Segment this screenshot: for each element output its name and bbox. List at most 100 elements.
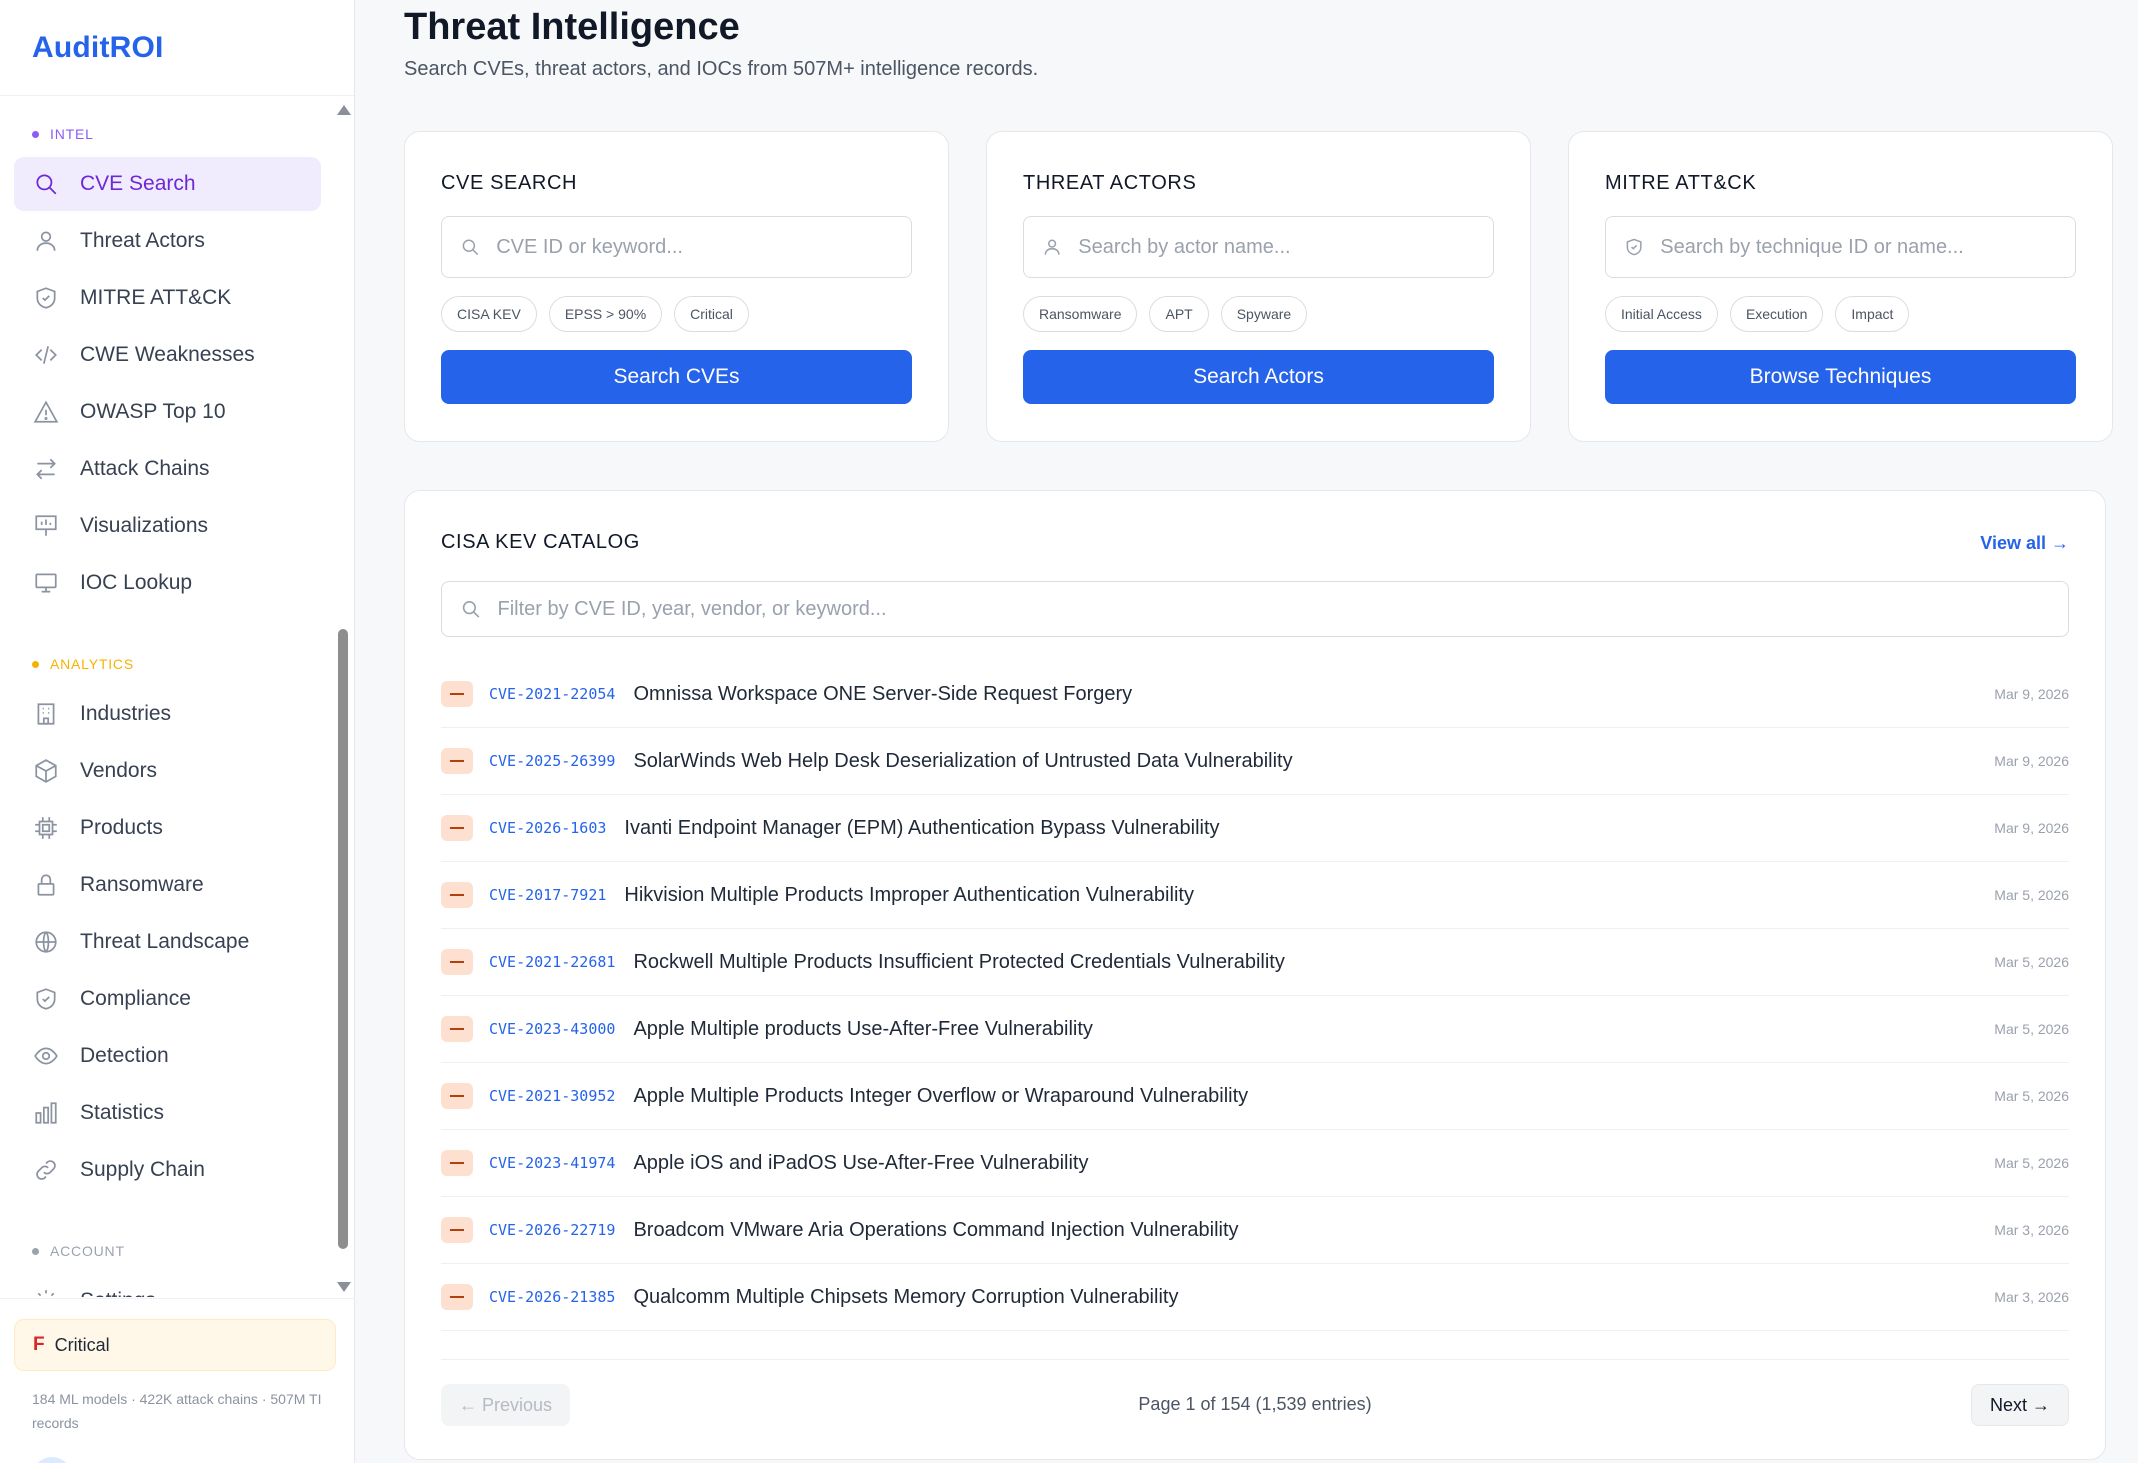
sidebar-item-attack-chains[interactable]: Attack Chains: [14, 442, 321, 496]
section-label-text: INTEL: [50, 126, 94, 142]
sidebar-item-threat-landscape[interactable]: Threat Landscape: [14, 915, 321, 969]
kev-row[interactable]: CVE-2021-30952 Apple Multiple Products In…: [441, 1063, 2069, 1130]
card-search-box[interactable]: [1023, 216, 1494, 278]
kev-row[interactable]: CVE-2021-22681 Rockwell Multiple Products…: [441, 929, 2069, 996]
filter-chip[interactable]: APT: [1149, 296, 1209, 332]
threat-actors-input[interactable]: [1078, 235, 1493, 259]
sidebar-scrollbar[interactable]: [336, 97, 351, 1297]
date-added: Mar 3, 2026: [1994, 1222, 2069, 1238]
scroll-up-arrow-icon[interactable]: [337, 105, 351, 115]
cve-id-link[interactable]: CVE-2021-30952: [489, 1087, 615, 1105]
cve-search-input[interactable]: [496, 235, 911, 259]
cve-id-link[interactable]: CVE-2021-22681: [489, 953, 615, 971]
sidebar-item-label: CWE Weaknesses: [80, 343, 255, 366]
cve-id-link[interactable]: CVE-2023-41974: [489, 1154, 615, 1172]
sidebar-item-compliance[interactable]: Compliance: [14, 972, 321, 1026]
vulnerability-name: Broadcom VMware Aria Operations Command …: [633, 1218, 1239, 1241]
kev-row[interactable]: CVE-2026-1603 Ivanti Endpoint Manager (EP…: [441, 795, 2069, 862]
cve-id-link[interactable]: CVE-2026-21385: [489, 1288, 615, 1306]
kev-catalog-card: CISA KEV CATALOG View all → CVE-2021-220…: [404, 490, 2106, 1460]
brand[interactable]: AuditROI: [0, 0, 354, 96]
next-page-button[interactable]: Next →: [1970, 1384, 2069, 1426]
section-label-account: ACCOUNT: [0, 1240, 335, 1262]
filter-chip[interactable]: Spyware: [1220, 296, 1308, 332]
severity-badge: [441, 681, 473, 707]
sidebar-item-settings[interactable]: Settings: [14, 1274, 321, 1297]
cube-icon: [35, 759, 57, 783]
kev-row[interactable]: CVE-2026-21385 Qualcomm Multiple Chipsets…: [441, 1264, 2069, 1331]
date-added: Mar 5, 2026: [1994, 1088, 2069, 1104]
avatar[interactable]: [32, 1457, 72, 1463]
sidebar-item-cve-search[interactable]: CVE Search: [14, 157, 321, 211]
card-title: CVE SEARCH: [441, 172, 578, 194]
kev-row[interactable]: CVE-2021-22054 Omnissa Workspace ONE Serv…: [441, 661, 2069, 728]
sidebar-item-ioc-lookup[interactable]: IOC Lookup: [14, 556, 321, 610]
kev-row[interactable]: CVE-2026-22719 Broadcom VMware Aria Opera…: [441, 1197, 2069, 1264]
cve-id-link[interactable]: CVE-2017-7921: [489, 886, 606, 904]
kev-row[interactable]: CVE-2023-43000 Apple Multiple products Us…: [441, 996, 2069, 1063]
kev-filter-box[interactable]: [441, 581, 2069, 637]
kev-title: CISA KEV CATALOG: [441, 531, 640, 553]
filter-chip[interactable]: EPSS > 90%: [548, 296, 663, 332]
filter-chip[interactable]: Impact: [1835, 296, 1910, 332]
cve-id-link[interactable]: CVE-2026-1603: [489, 819, 606, 837]
scroll-down-arrow-icon[interactable]: [337, 1282, 351, 1292]
sidebar-item-products[interactable]: Products: [14, 801, 321, 855]
cve-id-link[interactable]: CVE-2023-43000: [489, 1020, 615, 1038]
filter-chip[interactable]: Critical: [674, 296, 749, 332]
cve-id-link[interactable]: CVE-2021-22054: [489, 685, 615, 703]
threat-actors-button[interactable]: Search Actors: [1023, 350, 1494, 404]
sidebar-item-visualizations[interactable]: Visualizations: [14, 499, 321, 553]
card-search-box[interactable]: [441, 216, 912, 278]
sidebar-item-cwe-weaknesses[interactable]: CWE Weaknesses: [14, 328, 321, 382]
filter-chip[interactable]: Execution: [1729, 296, 1824, 332]
sidebar-item-threat-actors[interactable]: Threat Actors: [14, 214, 321, 268]
filter-chip[interactable]: Ransomware: [1023, 296, 1138, 332]
sidebar-item-industries[interactable]: Industries: [14, 687, 321, 741]
kev-row[interactable]: CVE-2017-7921 Hikvision Multiple Products…: [441, 862, 2069, 929]
filter-chips: CISA KEV EPSS > 90% Critical: [441, 296, 749, 332]
sidebar-item-ransomware[interactable]: Ransomware: [14, 858, 321, 912]
vulnerability-name: SolarWinds Web Help Desk Deserialization…: [633, 749, 1293, 772]
kev-row[interactable]: CVE-2023-41974 Apple iOS and iPadOS Use-A…: [441, 1130, 2069, 1197]
sidebar-item-label: Ransomware: [80, 873, 204, 896]
view-all-link[interactable]: View all →: [1980, 533, 2069, 554]
filter-chip[interactable]: Initial Access: [1605, 296, 1718, 332]
sidebar: AuditROI INTEL CVE Search Threat Actors MIT…: [0, 0, 355, 1463]
sidebar-item-detection[interactable]: Detection: [14, 1029, 321, 1083]
sidebar-item-owasp-top-10[interactable]: OWASP Top 10: [14, 385, 321, 439]
card-search-box[interactable]: [1605, 216, 2076, 278]
nav-icon-wrap: [32, 569, 60, 597]
sidebar-item-label: Products: [80, 816, 163, 839]
kev-row[interactable]: CVE-2025-26399 SolarWinds Web Help Desk D…: [441, 728, 2069, 795]
card-cve-search: CVE SEARCH CISA KEV EPSS > 90% Critical Sear…: [404, 131, 949, 442]
nav-icon-wrap: [32, 1042, 60, 1070]
severity-badge: [441, 1217, 473, 1243]
mitre-att-ck-button[interactable]: Browse Techniques: [1605, 350, 2076, 404]
scroll-thumb[interactable]: [338, 629, 348, 1249]
monitor-icon: [35, 573, 57, 593]
cve-id-link[interactable]: CVE-2026-22719: [489, 1221, 615, 1239]
kev-filter-input[interactable]: [497, 597, 2068, 621]
user-icon: [1044, 239, 1060, 255]
sidebar-item-label: Detection: [80, 1044, 169, 1067]
security-grade-card[interactable]: F Critical: [14, 1319, 336, 1371]
nav-icon-wrap: [32, 170, 60, 198]
sidebar-item-supply-chain[interactable]: Supply Chain: [14, 1143, 321, 1197]
date-added: Mar 5, 2026: [1994, 887, 2069, 903]
severity-badge: [441, 949, 473, 975]
user-icon: [36, 231, 56, 251]
sidebar-item-vendors[interactable]: Vendors: [14, 744, 321, 798]
cve-id-link[interactable]: CVE-2025-26399: [489, 752, 615, 770]
section-dot: [32, 660, 39, 668]
sidebar-item-label: MITRE ATT&CK: [80, 286, 232, 309]
section-label-analytics: ANALYTICS: [0, 653, 335, 675]
kev-list: CVE-2021-22054 Omnissa Workspace ONE Serv…: [441, 661, 2069, 1331]
cve-search-button[interactable]: Search CVEs: [441, 350, 912, 404]
sidebar-item-mitre-att-ck[interactable]: MITRE ATT&CK: [14, 271, 321, 325]
mitre-att-ck-input[interactable]: [1660, 235, 2075, 259]
sidebar-item-statistics[interactable]: Statistics: [14, 1086, 321, 1140]
filter-chips: Initial Access Execution Impact: [1605, 296, 1910, 332]
filter-chip[interactable]: CISA KEV: [441, 296, 537, 332]
vulnerability-name: Apple Multiple Products Integer Overflow…: [633, 1084, 1249, 1107]
